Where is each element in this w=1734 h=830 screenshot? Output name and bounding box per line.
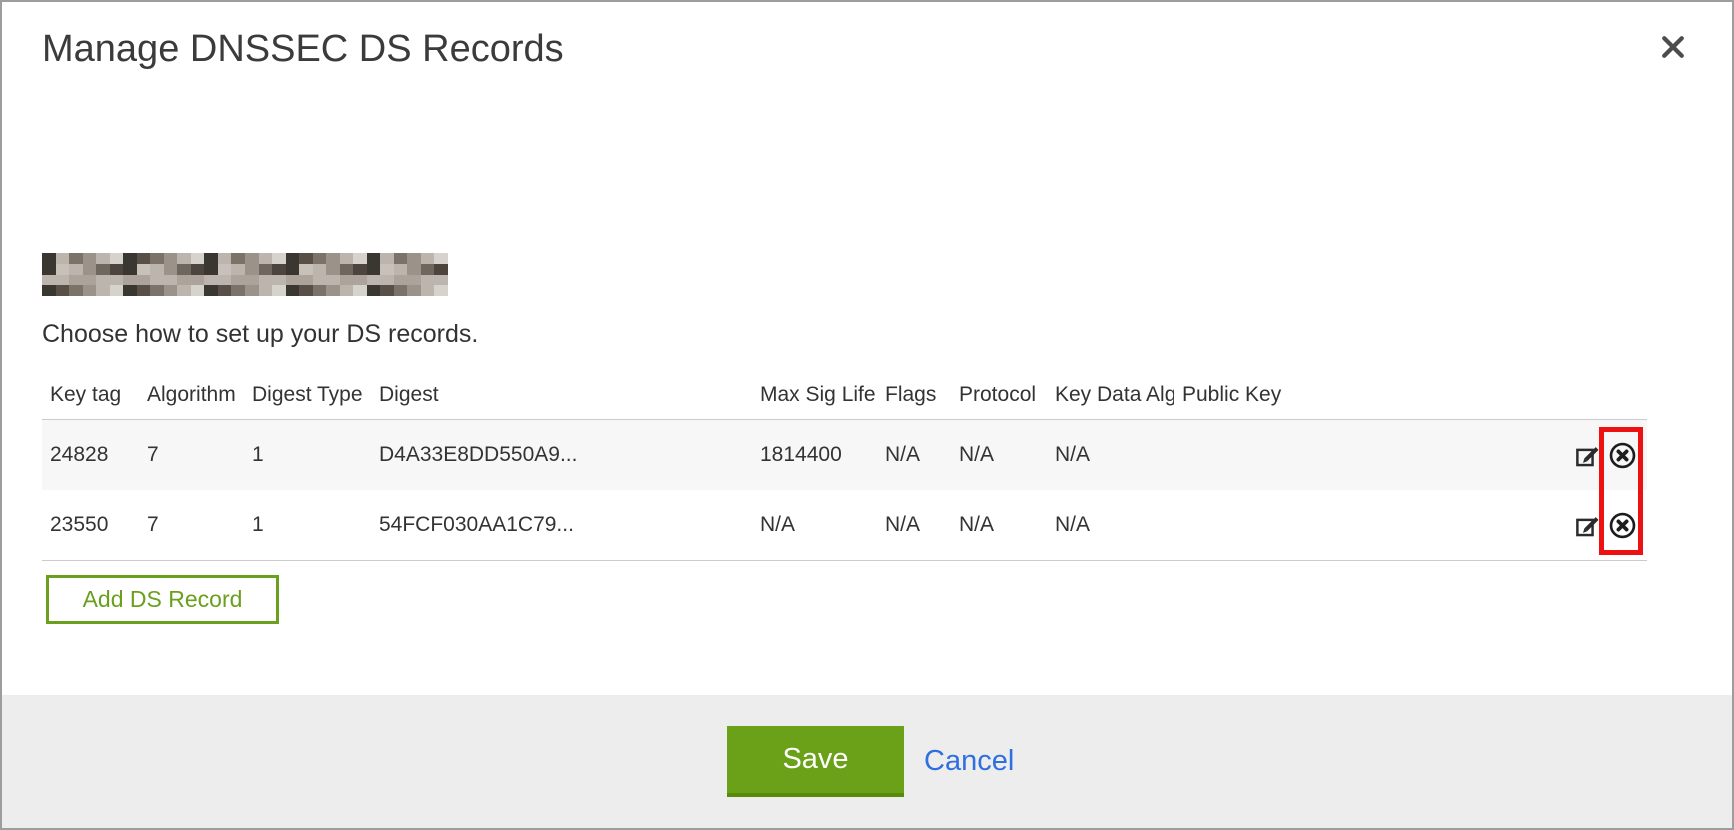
close-button[interactable] — [1652, 26, 1694, 68]
table-header-row: Key tagAlgorithmDigest TypeDigestMax Sig… — [42, 370, 1647, 419]
dialog-title: Manage DNSSEC DS Records — [42, 28, 564, 71]
edit-icon — [1574, 442, 1601, 469]
column-header: Algorithm — [139, 383, 244, 407]
delete-record-button[interactable] — [1608, 511, 1637, 540]
cell-algorithm: 7 — [139, 443, 244, 467]
edit-icon — [1574, 512, 1601, 539]
column-header: Digest — [371, 383, 752, 407]
row-actions — [1557, 441, 1647, 470]
cell-key-data-alg: N/A — [1047, 513, 1174, 537]
column-header: Protocol — [951, 383, 1047, 407]
ds-records-table: Key tagAlgorithmDigest TypeDigestMax Sig… — [42, 370, 1647, 561]
cell-key-tag: 24828 — [42, 443, 139, 467]
column-header: Key Data Alg — [1047, 383, 1174, 407]
column-header: Flags — [877, 383, 951, 407]
cell-max-sig-life: N/A — [752, 513, 877, 537]
delete-x-icon — [1608, 511, 1637, 540]
cell-digest: 54FCF030AA1C79... — [371, 513, 752, 537]
save-button[interactable]: Save — [727, 726, 904, 797]
delete-x-icon — [1608, 441, 1637, 470]
add-ds-record-button[interactable]: Add DS Record — [46, 575, 279, 624]
column-header: Key tag — [42, 383, 139, 407]
dialog-footer: Save Cancel — [2, 695, 1732, 828]
cell-key-data-alg: N/A — [1047, 443, 1174, 467]
cell-digest-type: 1 — [244, 443, 371, 467]
cell-protocol: N/A — [951, 443, 1047, 467]
column-header: Max Sig Life — [752, 383, 877, 407]
redacted-domain-name — [42, 253, 448, 296]
manage-dnssec-dialog: Manage DNSSEC DS Records Choose how to s… — [0, 0, 1734, 830]
delete-record-button[interactable] — [1608, 441, 1637, 470]
cell-protocol: N/A — [951, 513, 1047, 537]
cell-digest: D4A33E8DD550A9... — [371, 443, 752, 467]
instruction-text: Choose how to set up your DS records. — [42, 320, 478, 349]
table-row: 23550 7 1 54FCF030AA1C79... N/A N/A N/A … — [42, 490, 1647, 560]
close-icon — [1658, 32, 1688, 62]
cell-flags: N/A — [877, 443, 951, 467]
edit-record-button[interactable] — [1574, 512, 1601, 539]
cell-algorithm: 7 — [139, 513, 244, 537]
edit-record-button[interactable] — [1574, 442, 1601, 469]
cell-flags: N/A — [877, 513, 951, 537]
cancel-link[interactable]: Cancel — [924, 726, 1014, 797]
column-header: Public Key — [1174, 383, 1557, 407]
cell-digest-type: 1 — [244, 513, 371, 537]
table-row: 24828 7 1 D4A33E8DD550A9... 1814400 N/A … — [42, 420, 1647, 490]
cell-max-sig-life: 1814400 — [752, 443, 877, 467]
table-body: 24828 7 1 D4A33E8DD550A9... 1814400 N/A … — [42, 419, 1647, 561]
cell-key-tag: 23550 — [42, 513, 139, 537]
column-header: Digest Type — [244, 383, 371, 407]
row-actions — [1557, 511, 1647, 540]
